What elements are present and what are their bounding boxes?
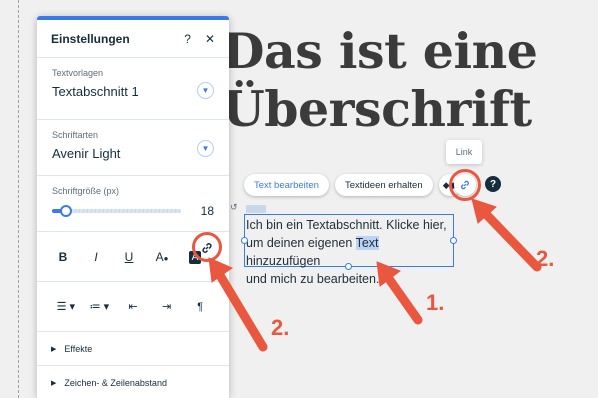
element-tag	[246, 205, 266, 213]
help-icon[interactable]: ?	[485, 176, 501, 192]
page-heading[interactable]: Das ist eine Überschrift	[222, 22, 538, 138]
schriftarten-value: Avenir Light	[52, 146, 121, 161]
settings-panel: Einstellungen ? ✕ Textvorlagen Textabsch…	[37, 16, 229, 398]
text-line-2-start: um deinen eigenen	[246, 236, 356, 250]
panel-header: Einstellungen ? ✕	[37, 20, 229, 58]
arrow-right	[478, 206, 542, 272]
canvas-guide-line	[18, 0, 19, 398]
underline-button[interactable]: U	[115, 250, 143, 264]
schriftgroesse-label: Schriftgröße (px)	[52, 186, 120, 196]
text-toolbar: Text bearbeiten Textideen erhalten ◆◆	[244, 174, 461, 196]
resize-handle-bottom[interactable]	[345, 263, 352, 270]
chevron-down-icon[interactable]: ▼	[197, 82, 214, 99]
selected-text[interactable]: Text	[355, 236, 379, 250]
text-line-1: Ich bin ein Textabschnitt. Klicke hier,	[246, 218, 447, 232]
textvorlagen-section[interactable]: Textvorlagen Textabschnitt 1 ▼	[37, 58, 229, 120]
font-size-slider[interactable]	[52, 205, 181, 217]
chevron-down-icon[interactable]: ▼	[197, 140, 214, 157]
schriftarten-section[interactable]: Schriftarten Avenir Light ▼	[37, 120, 229, 176]
effekte-label: Effekte	[64, 343, 93, 354]
text-ideas-button[interactable]: Textideen erhalten	[334, 174, 433, 196]
help-icon[interactable]: ?	[184, 32, 191, 46]
annotation-circle-left	[192, 232, 222, 262]
zeichen-expander[interactable]: ▶ Zeichen- & Zeilenabstand	[37, 366, 229, 398]
heading-line-2: Überschrift	[222, 80, 532, 138]
panel-title: Einstellungen	[51, 31, 130, 46]
edit-text-button[interactable]: Text bearbeiten	[244, 174, 329, 196]
text-block-content[interactable]: Ich bin ein Textabschnitt. Klicke hier, …	[245, 215, 453, 288]
textvorlagen-value: Textabschnitt 1	[52, 84, 139, 99]
slider-thumb[interactable]	[60, 205, 72, 217]
link-tooltip: Link	[446, 140, 482, 164]
alignment-row: ☰ ▾ ≔ ▾ ⇤ ⇥ ¶	[37, 282, 229, 332]
annotation-step-2-right: 2.	[536, 246, 555, 271]
align-left-icon[interactable]: ☰ ▾	[49, 300, 83, 313]
text-line-2-end: hinzuzufügen	[246, 254, 321, 268]
resize-handle-right[interactable]	[450, 237, 457, 244]
text-block[interactable]: Ich bin ein Textabschnitt. Klicke hier, …	[241, 214, 457, 286]
effekte-expander[interactable]: ▶ Effekte	[37, 332, 229, 366]
triangle-right-icon: ▶	[51, 379, 57, 387]
undo-icon[interactable]: ↺	[230, 202, 238, 213]
arrow-right-head	[471, 198, 497, 224]
heading-line-1: Das ist eine	[222, 22, 538, 80]
text-color-button[interactable]: A●	[148, 250, 176, 264]
indent-decrease-icon[interactable]: ⇤	[116, 300, 150, 313]
font-size-value[interactable]: 18	[201, 204, 214, 218]
zeichen-label: Zeichen- & Zeilenabstand	[64, 377, 167, 388]
resize-handle-left[interactable]	[241, 237, 248, 244]
annotation-step-2-left: 2.	[271, 315, 290, 340]
text-color-icon: A	[155, 249, 164, 264]
text-direction-icon[interactable]: ¶	[183, 301, 217, 313]
bold-button[interactable]: B	[49, 250, 77, 264]
schriftgroesse-section: Schriftgröße (px) 18	[37, 176, 229, 232]
text-line-3: und mich zu bearbeiten.	[246, 272, 380, 286]
bullet-list-icon[interactable]: ≔ ▾	[83, 300, 117, 313]
textvorlagen-label: Textvorlagen	[52, 68, 104, 78]
annotation-step-1: 1.	[426, 290, 445, 315]
annotation-circle-right	[449, 169, 481, 201]
font-size-slider-row: 18	[52, 204, 214, 218]
schriftarten-label: Schriftarten	[52, 130, 99, 140]
italic-button[interactable]: I	[82, 250, 110, 264]
triangle-right-icon: ▶	[51, 345, 57, 353]
close-icon[interactable]: ✕	[205, 32, 215, 46]
indent-increase-icon[interactable]: ⇥	[150, 300, 184, 313]
